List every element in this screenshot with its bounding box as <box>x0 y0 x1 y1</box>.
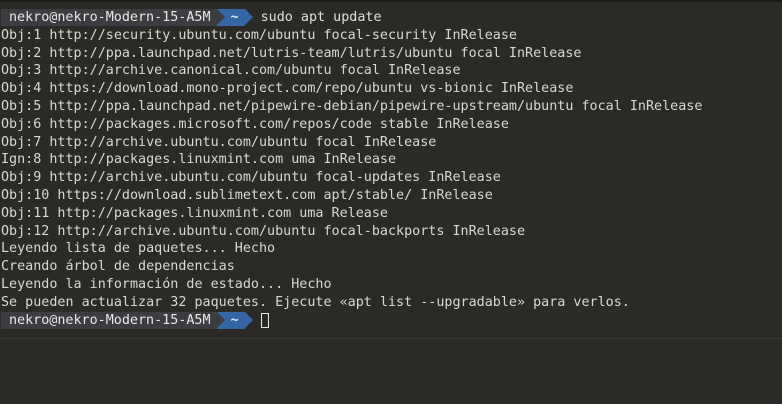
output-line: Obj:4 https://download.mono-project.com/… <box>1 81 574 97</box>
top-divider <box>0 0 782 2</box>
text-cursor[interactable] <box>260 312 269 328</box>
terminal-window[interactable]: nekro@nekro-Modern-15-A5M ~ sudo apt upd… <box>0 0 782 404</box>
prompt-directory: ~ <box>216 9 253 27</box>
prompt-directory: ~ <box>216 311 253 329</box>
output-line: Obj:2 http://ppa.launchpad.net/lutris-te… <box>1 45 582 61</box>
output-line: Obj:5 http://ppa.launchpad.net/pipewire-… <box>1 98 703 114</box>
prompt-user-host: nekro@nekro-Modern-15-A5M <box>1 311 217 329</box>
output-line: Leyendo lista de paquetes... Hecho <box>1 241 276 257</box>
output-line: Se pueden actualizar 32 paquetes. Ejecut… <box>1 294 630 310</box>
bottom-divider <box>0 338 782 339</box>
prompt-line-2: nekro@nekro-Modern-15-A5M ~ <box>0 311 782 330</box>
output-line: Obj:7 http://archive.ubuntu.com/ubuntu f… <box>1 134 437 150</box>
typed-command: sudo apt update <box>260 10 382 25</box>
output-line: Obj:10 https://download.sublimetext.com … <box>1 187 493 203</box>
output-line: Obj:12 http://archive.ubuntu.com/ubuntu … <box>1 223 526 239</box>
output-line: Creando árbol de dependencias <box>1 259 235 275</box>
prompt-line-1: nekro@nekro-Modern-15-A5M ~ sudo apt upd… <box>0 9 782 27</box>
output-line: Obj:1 http://security.ubuntu.com/ubuntu … <box>1 27 517 43</box>
output-line: Obj:11 http://packages.linuxmint.com uma… <box>1 205 388 221</box>
prompt-user-host: nekro@nekro-Modern-15-A5M <box>1 9 217 27</box>
output-line: Obj:3 http://archive.canonical.com/ubunt… <box>1 63 461 79</box>
output-line: Obj:6 http://packages.microsoft.com/repo… <box>1 116 509 132</box>
output-line: Obj:9 http://archive.ubuntu.com/ubuntu f… <box>1 170 501 186</box>
output-line: Ign:8 http://packages.linuxmint.com uma … <box>1 152 397 168</box>
output-line: Leyendo la información de estado... Hech… <box>1 276 332 292</box>
